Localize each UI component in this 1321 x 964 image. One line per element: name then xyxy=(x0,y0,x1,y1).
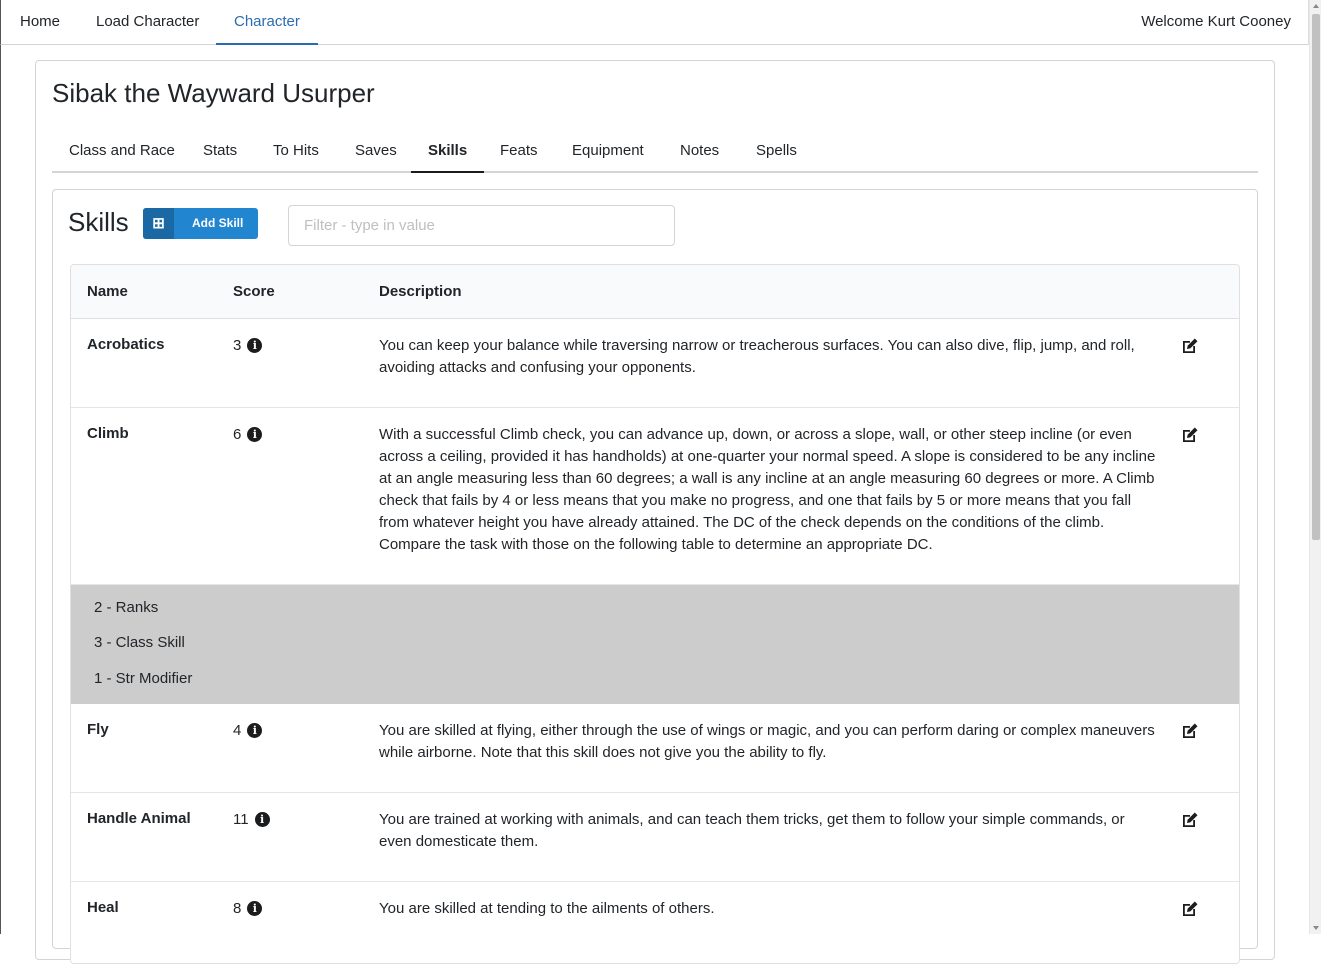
tab-saves[interactable]: Saves xyxy=(338,130,414,173)
column-header-description[interactable]: Description xyxy=(379,265,462,318)
tab-class-and-race[interactable]: Class and Race xyxy=(52,130,192,173)
window-edge xyxy=(0,45,1,934)
edit-icon[interactable] xyxy=(1181,426,1199,444)
skill-score-value: 6 xyxy=(233,426,242,443)
table-row[interactable]: Acrobatics 3 i You can keep your balance… xyxy=(71,319,1239,408)
nav-home[interactable]: Home xyxy=(2,0,78,45)
skill-name: Fly xyxy=(87,721,109,738)
breakdown-item: 1 - Str Modifier xyxy=(94,670,193,687)
skill-score: 3 i xyxy=(233,337,263,354)
character-tabs: Class and Race Stats To Hits Saves Skill… xyxy=(52,130,1258,173)
page-scrollbar[interactable] xyxy=(1309,0,1321,934)
skill-name: Climb xyxy=(87,425,129,442)
skill-score: 4 i xyxy=(233,722,263,739)
skill-score: 6 i xyxy=(233,426,263,443)
edit-icon[interactable] xyxy=(1181,900,1199,918)
skill-name: Heal xyxy=(87,899,119,916)
info-circle-icon[interactable]: i xyxy=(247,723,263,738)
info-circle-icon[interactable]: i xyxy=(254,812,270,827)
skill-description: With a successful Climb check, you can a… xyxy=(379,426,1156,553)
skill-score: 8 i xyxy=(233,900,263,917)
tab-equipment[interactable]: Equipment xyxy=(555,130,661,173)
skill-description: You are skilled at flying, either throug… xyxy=(379,722,1155,761)
skill-filter-input[interactable] xyxy=(288,205,675,246)
skill-score-value: 8 xyxy=(233,900,242,917)
plus-square-icon: ⊞ xyxy=(143,208,174,239)
skill-description: You are skilled at tending to the ailmen… xyxy=(379,900,715,917)
info-circle-icon[interactable]: i xyxy=(247,901,263,916)
tab-feats[interactable]: Feats xyxy=(483,130,555,173)
scrollbar-thumb[interactable] xyxy=(1312,14,1320,540)
tab-stats[interactable]: Stats xyxy=(186,130,254,173)
score-breakdown: 2 - Ranks 3 - Class Skill 1 - Str Modifi… xyxy=(71,585,1239,704)
nav-load-character[interactable]: Load Character xyxy=(78,0,217,45)
skill-name: Handle Animal xyxy=(87,810,191,827)
skill-score-value: 11 xyxy=(233,811,249,828)
column-header-name[interactable]: Name xyxy=(87,265,128,318)
add-skill-button[interactable]: ⊞ Add Skill xyxy=(143,208,258,239)
column-header-score[interactable]: Score xyxy=(233,265,275,318)
breakdown-item: 2 - Ranks xyxy=(94,599,159,616)
tab-to-hits[interactable]: To Hits xyxy=(256,130,336,173)
skills-heading: Skills xyxy=(68,207,129,237)
nav-character[interactable]: Character xyxy=(216,0,318,45)
tab-skills[interactable]: Skills xyxy=(411,130,485,173)
info-circle-icon[interactable]: i xyxy=(247,427,263,442)
skill-score-value: 4 xyxy=(233,722,242,739)
skill-score: 11 i xyxy=(233,811,270,828)
skill-name: Acrobatics xyxy=(87,336,165,353)
add-skill-label: Add Skill xyxy=(192,216,244,230)
table-row[interactable]: Heal 8 i You are skilled at tending to t… xyxy=(71,882,1239,963)
skill-description: You are trained at working with animals,… xyxy=(379,811,1125,850)
character-name: Sibak the Wayward Usurper xyxy=(52,78,375,108)
info-circle-icon[interactable]: i xyxy=(247,338,263,353)
tab-notes[interactable]: Notes xyxy=(663,130,736,173)
scroll-up-icon[interactable] xyxy=(1313,4,1319,8)
tab-spells[interactable]: Spells xyxy=(739,130,814,173)
table-row[interactable]: Handle Animal 11 i You are trained at wo… xyxy=(71,793,1239,882)
skill-score-value: 3 xyxy=(233,337,242,354)
edit-icon[interactable] xyxy=(1181,337,1199,355)
table-header: Name Score Description xyxy=(71,265,1239,319)
edit-icon[interactable] xyxy=(1181,811,1199,829)
table-row[interactable]: Fly 4 i You are skilled at flying, eithe… xyxy=(71,704,1239,793)
breakdown-item: 3 - Class Skill xyxy=(94,634,185,651)
table-row[interactable]: Climb 6 i With a successful Climb check,… xyxy=(71,408,1239,585)
skills-table: Name Score Description Acrobatics 3 i Yo… xyxy=(70,264,1240,964)
top-nav: Home Load Character Character Welcome Ku… xyxy=(0,0,1309,45)
welcome-message: Welcome Kurt Cooney xyxy=(1141,13,1291,30)
skill-description: You can keep your balance while traversi… xyxy=(379,337,1135,376)
scroll-down-icon[interactable] xyxy=(1313,926,1319,930)
edit-icon[interactable] xyxy=(1181,722,1199,740)
